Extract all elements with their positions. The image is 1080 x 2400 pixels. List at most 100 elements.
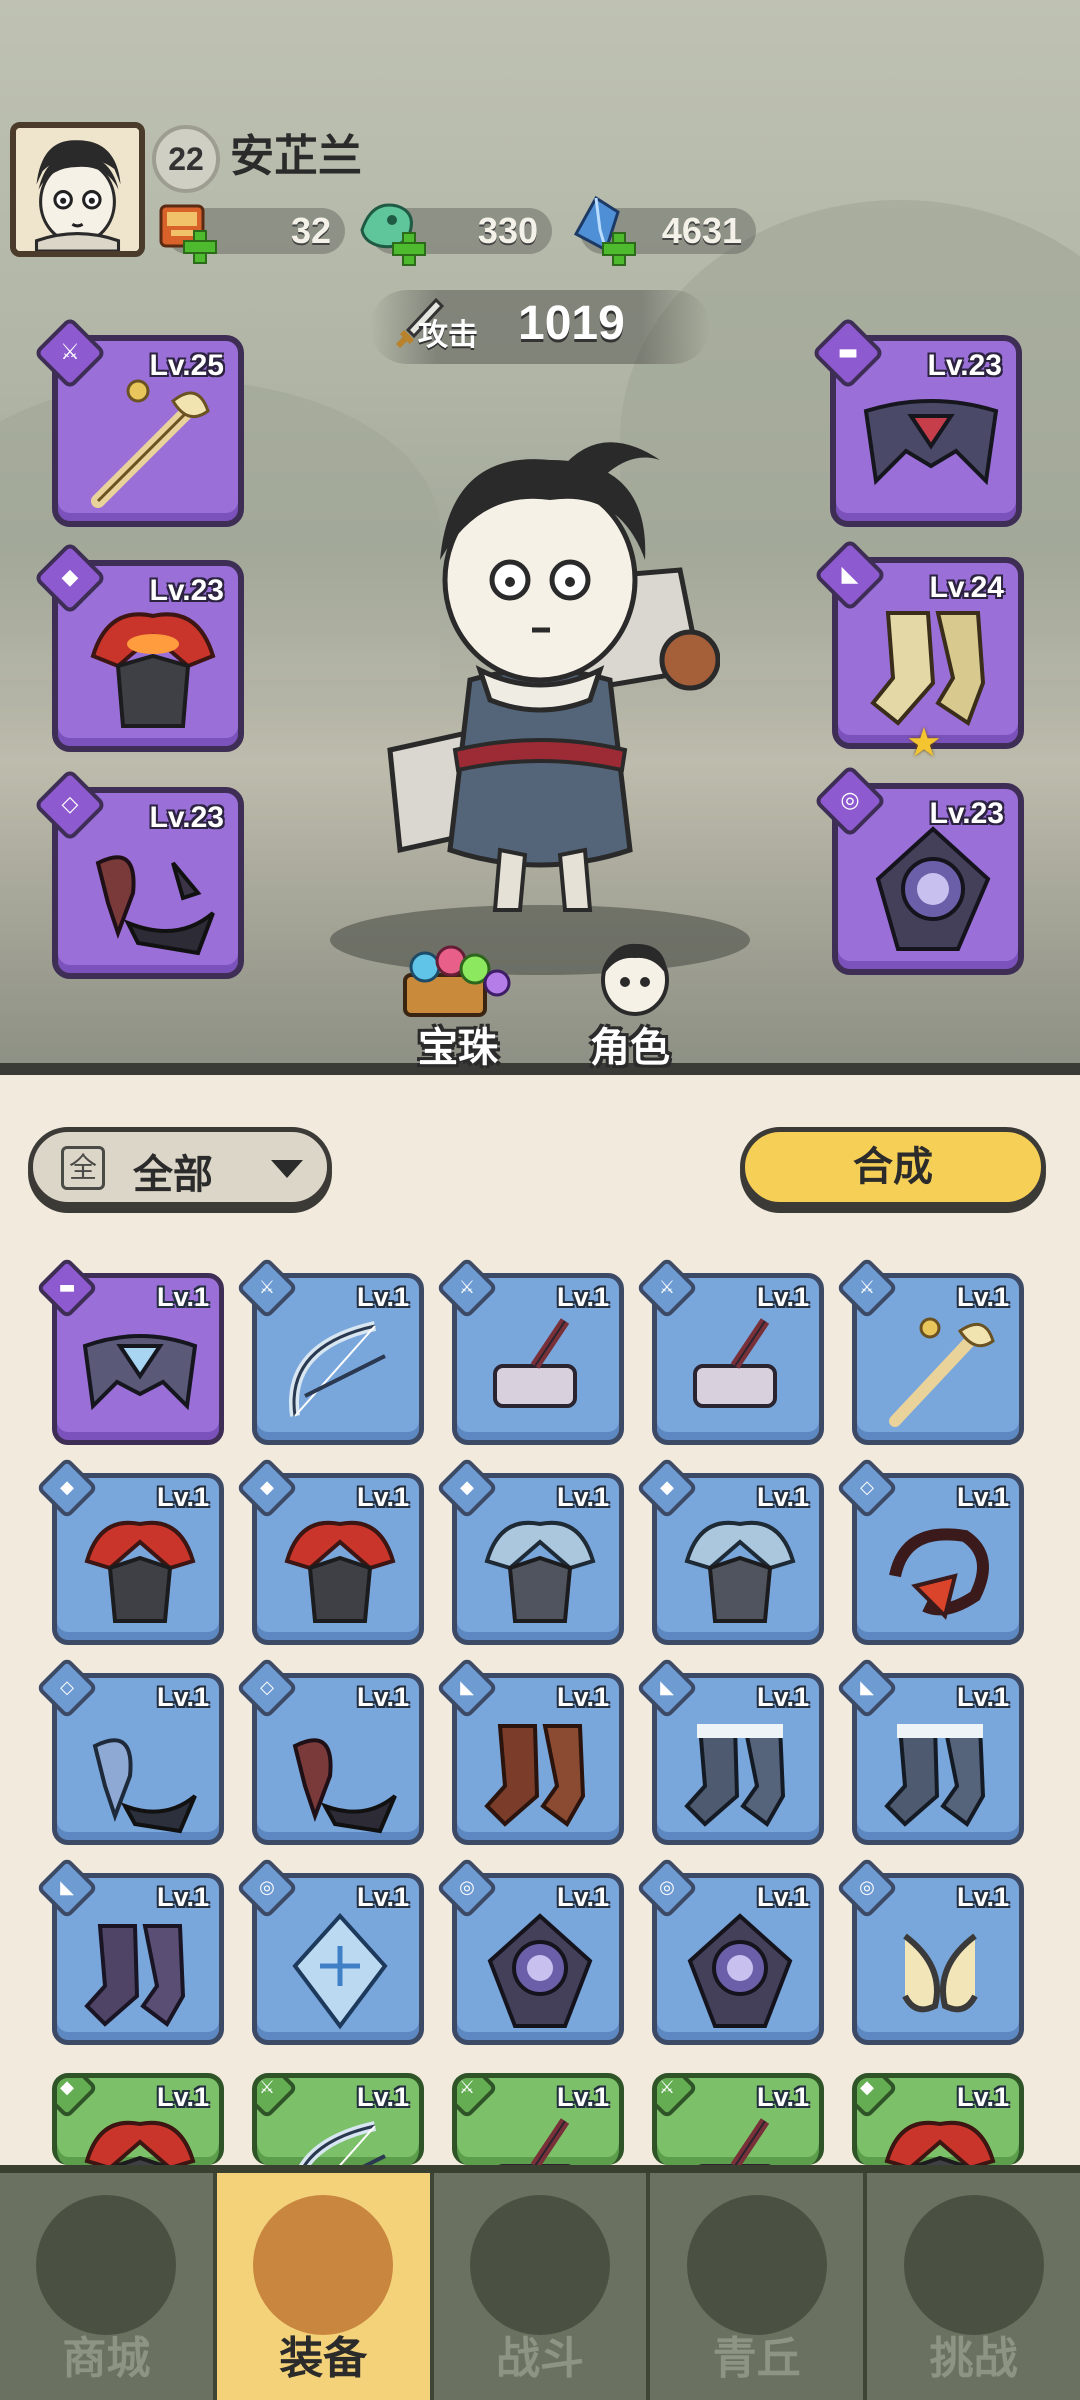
- belt-icon: [82, 1334, 198, 1411]
- inventory-item[interactable]: ▬ Lv.1: [35, 1256, 224, 1445]
- add-scroll-icon[interactable]: [183, 230, 217, 264]
- item-level: Lv.1: [356, 1482, 409, 1512]
- item-level: Lv.1: [956, 1682, 1009, 1712]
- dark-armor-icon: [95, 855, 215, 956]
- avatar-face-icon: [16, 128, 139, 251]
- resource-jade[interactable]: 330: [360, 203, 552, 266]
- equip-slot-amulet[interactable]: ◎ Lv.23: [813, 764, 1024, 975]
- inventory-item[interactable]: ◇ Lv.1: [835, 1456, 1024, 1645]
- amulet-dark-icon: [687, 1913, 793, 2028]
- add-crystal-icon[interactable]: [602, 232, 636, 266]
- tab-label: 青丘: [712, 2333, 801, 2384]
- inventory-item[interactable]: ◆ Lv.1: [635, 1456, 824, 1645]
- inventory-item[interactable]: ◆ Lv.1: [52, 2073, 224, 2165]
- attack-label: 攻击: [418, 318, 478, 353]
- add-jade-icon[interactable]: [392, 232, 426, 266]
- equip-level: Lv.23: [149, 574, 225, 607]
- inventory-item[interactable]: ⚔ Lv.1: [452, 2073, 624, 2165]
- hammer-icon: [498, 2118, 572, 2165]
- inventory-item[interactable]: ◇ Lv.1: [235, 1656, 424, 1845]
- red-helmet-icon: [90, 612, 216, 728]
- gems-button[interactable]: [385, 935, 525, 1025]
- item-level: Lv.1: [356, 1882, 409, 1912]
- inventory-item[interactable]: ◎ Lv.1: [635, 1856, 824, 2045]
- character-label[interactable]: 角色: [590, 1015, 670, 1073]
- attack-value: 1019: [518, 297, 625, 350]
- item-level: Lv.1: [156, 1482, 209, 1512]
- staff-icon: [889, 1317, 995, 1427]
- inventory-item[interactable]: ⚔ Lv.1: [635, 1256, 824, 1445]
- tab-label: 挑战: [929, 2333, 1018, 2384]
- equip-slot-belt[interactable]: ▬ Lv.23: [811, 316, 1022, 527]
- inventory-item[interactable]: ◆ Lv.1: [35, 1456, 224, 1645]
- crossed-swords-icon: [469, 2195, 610, 2335]
- tab-qingqiu[interactable]: 青丘: [650, 2173, 868, 2400]
- inventory-item[interactable]: ◣ Lv.1: [435, 1656, 624, 1845]
- inventory-item[interactable]: ◣ Lv.1: [635, 1656, 824, 1845]
- inventory-item[interactable]: ⚔ Lv.1: [252, 2073, 424, 2165]
- item-level: Lv.1: [156, 1882, 209, 1912]
- inventory-item[interactable]: ⚔ Lv.1: [652, 2073, 824, 2165]
- resource-crystal[interactable]: 4631: [573, 195, 756, 266]
- item-level: Lv.1: [756, 2082, 809, 2112]
- dark-belt-icon: [863, 399, 999, 486]
- player-avatar[interactable]: [10, 122, 145, 257]
- item-level: Lv.1: [956, 1882, 1009, 1912]
- dark-amulet-icon: [875, 826, 991, 951]
- equip-level: Lv.25: [149, 349, 225, 382]
- tab-label: 装备: [279, 2333, 368, 2384]
- bow-icon: [289, 1321, 386, 1417]
- resource-scroll[interactable]: 32: [159, 204, 345, 264]
- hammer-icon: [493, 1318, 577, 1408]
- amulet-dark-icon: [487, 1913, 593, 2028]
- boots-ice-icon: [884, 1724, 986, 1827]
- item-level: Lv.1: [556, 1882, 609, 1912]
- tab-shop[interactable]: 商城: [0, 2173, 217, 2400]
- item-level: Lv.1: [756, 1682, 809, 1712]
- resource-crystal-value: 4631: [661, 210, 742, 251]
- filter-label: 全部: [133, 1152, 213, 1198]
- helmet-red-icon: [84, 2120, 196, 2165]
- item-level: Lv.1: [356, 1682, 409, 1712]
- equip-level: Lv.23: [927, 349, 1003, 382]
- inventory-item[interactable]: ◣ Lv.1: [835, 1656, 1024, 1845]
- item-level: Lv.1: [756, 1482, 809, 1512]
- tab-challenge[interactable]: 挑战: [867, 2173, 1080, 2400]
- inventory-item[interactable]: ◎ Lv.1: [435, 1856, 624, 2045]
- item-level: Lv.1: [156, 2082, 209, 2112]
- inventory-item[interactable]: ⚔ Lv.1: [835, 1256, 1024, 1445]
- helmet-ice-icon: [484, 1520, 596, 1623]
- helmet-red-icon: [884, 2120, 996, 2165]
- inventory-item[interactable]: ◎ Lv.1: [235, 1856, 424, 2045]
- equip-slot-helmet[interactable]: ◆ Lv.23: [33, 541, 244, 752]
- equip-level: Lv.23: [149, 801, 225, 834]
- resource-scroll-value: 32: [290, 210, 331, 251]
- inventory-item[interactable]: ◆ Lv.1: [435, 1456, 624, 1645]
- helmet-ice-icon: [684, 1520, 796, 1623]
- inventory-item[interactable]: ⚔ Lv.1: [435, 1256, 624, 1445]
- inventory-item[interactable]: ◎ Lv.1: [835, 1856, 1024, 2045]
- filter-all-icon: 全: [61, 1146, 105, 1190]
- amulet-blue-icon: [292, 1913, 388, 2030]
- inventory-item[interactable]: ◇ Lv.1: [35, 1656, 224, 1845]
- item-level: Lv.1: [556, 1282, 609, 1312]
- boots-purple-icon: [84, 1924, 186, 2027]
- equip-slot-weapon[interactable]: ⚔ Lv.25: [33, 316, 244, 527]
- inventory-item[interactable]: ◆ Lv.1: [235, 1456, 424, 1645]
- mountain-icon: [686, 2195, 827, 2335]
- tab-battle[interactable]: 战斗: [433, 2173, 651, 2400]
- inventory-item[interactable]: ◆ Lv.1: [852, 2073, 1024, 2165]
- tab-equipment[interactable]: 装备: [216, 2173, 434, 2400]
- boots-brown-icon: [484, 1724, 586, 1827]
- challenge-orb-icon: [903, 2195, 1044, 2335]
- filter-dropdown[interactable]: 全 全部: [28, 1127, 332, 1207]
- item-level: Lv.1: [156, 1282, 209, 1312]
- gems-label[interactable]: 宝珠: [418, 1015, 498, 1073]
- inventory-item[interactable]: ⚔ Lv.1: [235, 1256, 424, 1445]
- shop-pagoda-icon: [36, 2195, 177, 2335]
- equip-slot-armor[interactable]: ◇ Lv.23: [33, 768, 244, 979]
- item-level: Lv.1: [956, 2082, 1009, 2112]
- synthesize-button[interactable]: 合成: [740, 1127, 1046, 1207]
- item-level: Lv.1: [956, 1282, 1009, 1312]
- inventory-item[interactable]: ◣ Lv.1: [35, 1856, 224, 2045]
